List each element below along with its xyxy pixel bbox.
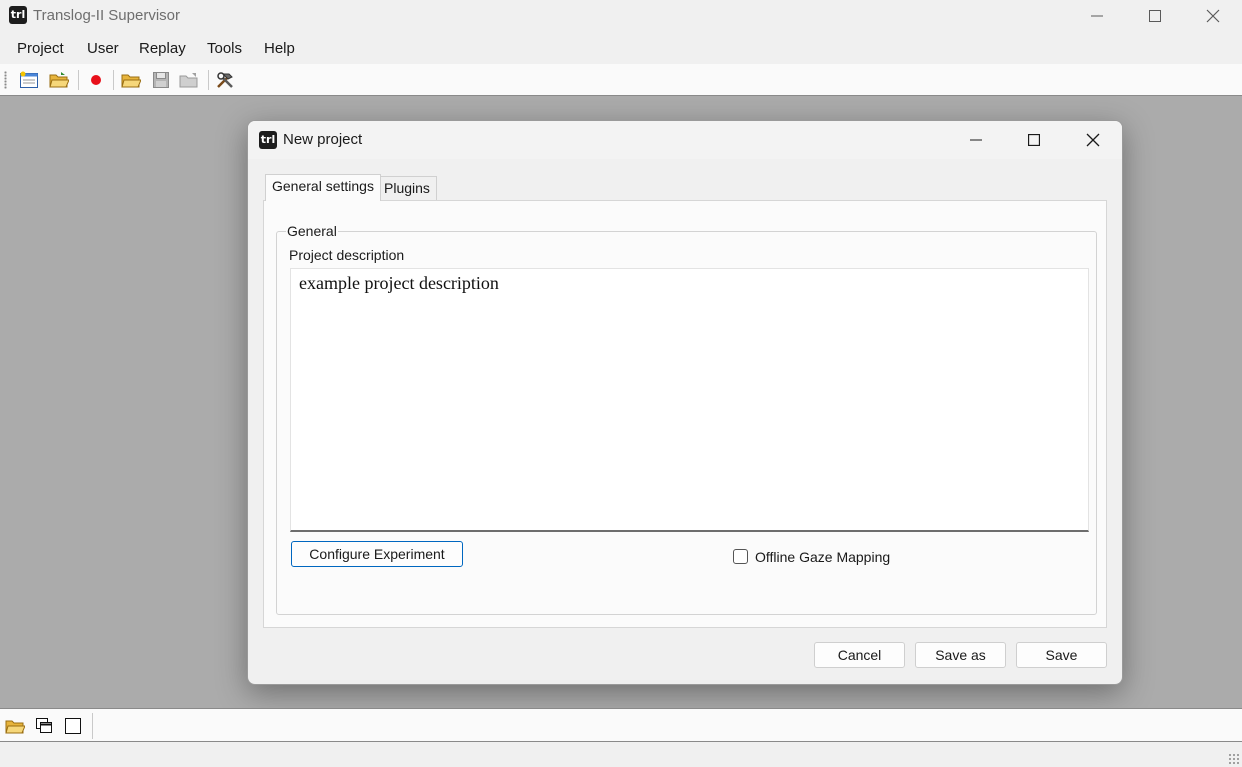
toolbar-grip[interactable]	[4, 71, 7, 89]
minimize-icon	[970, 139, 982, 141]
maximize-button[interactable]	[1126, 0, 1184, 32]
open-folder-button[interactable]	[120, 70, 142, 90]
general-groupbox: General Project description example proj…	[276, 223, 1097, 615]
dialog-title: New project	[283, 131, 363, 148]
cascade-windows-button[interactable]	[34, 716, 54, 736]
toolbar-separator	[208, 70, 209, 90]
open-project-button[interactable]	[48, 70, 70, 90]
new-project-dialog: trl New project General settings Plugins…	[247, 120, 1123, 685]
dialog-app-logo-icon: trl	[259, 131, 277, 149]
save-as-button[interactable]: Save as	[915, 642, 1006, 668]
window-title: Translog-II Supervisor	[33, 7, 180, 24]
menu-replay[interactable]: Replay	[139, 40, 186, 57]
toolbar-separator	[78, 70, 79, 90]
new-project-button[interactable]	[18, 70, 40, 90]
dialog-close-button[interactable]	[1064, 121, 1122, 159]
dialog-title-bar: trl New project	[248, 121, 1122, 159]
dialog-maximize-button[interactable]	[1005, 121, 1063, 159]
open-project-icon	[49, 72, 69, 88]
minimize-icon	[1091, 15, 1103, 17]
project-description-input[interactable]: example project description	[290, 268, 1089, 532]
status-bar	[0, 742, 1242, 767]
tools-icon	[217, 72, 233, 88]
minimize-button[interactable]	[1068, 0, 1126, 32]
close-button[interactable]	[1184, 0, 1242, 32]
cancel-button[interactable]: Cancel	[814, 642, 905, 668]
tools-button[interactable]	[214, 70, 236, 90]
record-icon	[91, 75, 101, 85]
toolbar-separator	[113, 70, 114, 90]
main-toolbar	[0, 64, 1242, 96]
close-icon	[1086, 133, 1100, 147]
maximize-icon	[1028, 134, 1040, 146]
folder-gray-button[interactable]	[178, 70, 200, 90]
window-toolbar	[0, 708, 1242, 742]
menu-help[interactable]: Help	[264, 40, 295, 57]
window-toolbar-separator	[92, 713, 93, 739]
general-settings-page: General Project description example proj…	[263, 200, 1107, 628]
project-description-label: Project description	[289, 247, 405, 263]
open-folder-icon	[5, 720, 25, 734]
offline-gaze-mapping-checkbox[interactable]	[733, 549, 748, 564]
maximize-icon	[1149, 10, 1161, 22]
open-folder-icon	[121, 74, 141, 88]
configure-experiment-button[interactable]: Configure Experiment	[291, 541, 463, 567]
close-icon	[1206, 9, 1220, 23]
menu-user[interactable]: User	[87, 40, 119, 57]
menu-bar: Project User Replay Tools Help	[0, 32, 1242, 64]
folder-gray-icon	[179, 73, 198, 88]
app-logo-icon: trl	[9, 6, 27, 24]
group-title: General	[286, 223, 338, 239]
maximize-window-icon	[65, 718, 81, 734]
tab-plugins[interactable]: Plugins	[377, 176, 437, 200]
record-button[interactable]	[85, 70, 107, 90]
save-icon	[153, 72, 169, 88]
save-button[interactable]: Save	[1016, 642, 1107, 668]
maximize-window-button[interactable]	[63, 716, 83, 736]
menu-project[interactable]: Project	[17, 40, 64, 57]
menu-tools[interactable]: Tools	[207, 40, 242, 57]
dialog-minimize-button[interactable]	[947, 121, 1005, 159]
tab-general-settings[interactable]: General settings	[265, 174, 381, 201]
offline-gaze-mapping-label[interactable]: Offline Gaze Mapping	[755, 549, 890, 565]
main-title-bar: trl Translog-II Supervisor	[0, 0, 1242, 32]
open-window-button[interactable]	[5, 716, 25, 736]
resize-grip[interactable]	[1228, 753, 1239, 764]
new-project-icon	[20, 71, 38, 88]
save-button-toolbar[interactable]	[150, 70, 172, 90]
cascade-windows-icon	[36, 718, 52, 733]
